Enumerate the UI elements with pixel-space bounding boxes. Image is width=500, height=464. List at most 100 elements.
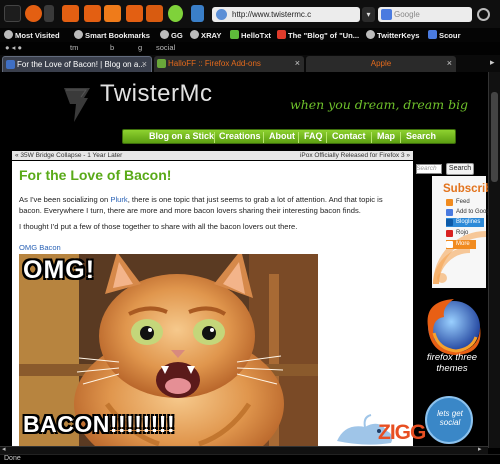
new-tab-icon[interactable] (126, 5, 143, 22)
omg-bacon-link[interactable]: OMG Bacon (19, 243, 61, 252)
globe-icon (216, 9, 227, 20)
twitter-icon (366, 30, 375, 39)
reload-icon[interactable] (62, 5, 79, 22)
nav-creations[interactable]: Creations (219, 131, 261, 141)
close-icon[interactable]: × (295, 56, 300, 71)
blog-icon (277, 30, 286, 39)
nav-contact[interactable]: Contact (332, 131, 366, 141)
bookmark-label: HelloTxt (241, 31, 271, 40)
nav-divider (214, 132, 215, 143)
bookmark-label: XRAY (201, 31, 222, 40)
xray-icon (190, 30, 199, 39)
nav-faq[interactable]: FAQ (304, 131, 323, 141)
tab-label: Apple (370, 59, 392, 68)
plus-icon (446, 241, 453, 248)
bookmark-icon[interactable] (146, 5, 163, 22)
rojo-icon (446, 230, 453, 237)
nav-search[interactable]: Search (406, 131, 436, 141)
bookmark-smart-bookmarks[interactable]: Smart Bookmarks (74, 30, 150, 40)
close-icon[interactable]: × (447, 56, 452, 71)
bookmark-label: The "Blog" of "Un... (288, 31, 360, 40)
post-title[interactable]: For the Love of Bacon! (19, 167, 171, 183)
puzzle-icon (157, 59, 166, 68)
horizontal-scrollbar[interactable]: ◂ ▸ (0, 446, 488, 454)
site-title[interactable]: TwisterMc (100, 80, 213, 108)
bookmark-blog[interactable]: The "Blog" of "Un... (277, 30, 359, 40)
status-bar: Done (0, 454, 500, 464)
gg-icon[interactable] (168, 5, 183, 22)
search-input[interactable]: Google (378, 7, 472, 22)
zigg-logo: ZIGG (378, 421, 426, 444)
bookmark-hellotxt[interactable]: HelloTxt (230, 30, 271, 40)
subscribe-label: More (456, 241, 470, 247)
tab-list-icon[interactable]: ▸ (490, 57, 495, 68)
nav-divider (400, 132, 401, 143)
paragraph-text: As I've been socializing on (19, 195, 111, 204)
firefox-caption-line: themes (436, 363, 468, 374)
site-tagline: when you dream, dream big (290, 97, 469, 112)
nav-divider (263, 132, 264, 143)
subscribe-bloglines-link[interactable]: Bloglines (446, 218, 484, 227)
bookmark-most-visited[interactable]: Most Visited (4, 30, 60, 40)
subscribe-label: Feed (456, 199, 470, 205)
extension-icon[interactable] (191, 5, 204, 22)
bookmarks-toolbar: Most Visited Smart Bookmarks GG XRAY Hel… (0, 28, 500, 42)
google-add-icon (446, 209, 453, 216)
address-bar[interactable]: http://www.twistermc.c (212, 7, 360, 22)
scroll-right-icon[interactable]: ▸ (478, 445, 482, 453)
go-button[interactable]: ▾ (362, 7, 375, 22)
next-post-link[interactable]: iPox Officially Released for Firefox 3 » (300, 151, 410, 160)
post-navigation: « 35W Bridge Collapse - 1 Year Later iPo… (12, 151, 413, 160)
plurk-link[interactable]: Plurk (110, 195, 127, 204)
second-bar-item[interactable]: social (156, 43, 175, 52)
home-icon[interactable] (104, 5, 121, 22)
nav-blog-on-a-stick[interactable]: Blog on a Stick (149, 131, 214, 141)
bookmark-label: Most Visited (15, 31, 60, 40)
tab-apple[interactable]: Apple × (306, 56, 456, 72)
tab-love-of-bacon[interactable]: For the Love of Bacon! | Blog on a... × (2, 56, 152, 72)
gear-icon (4, 30, 13, 39)
bookmark-twitterkeys[interactable]: TwitterKeys (366, 30, 419, 40)
main-navigation: Blog on a Stick Creations About FAQ Cont… (122, 129, 456, 144)
firefox-icon[interactable] (4, 5, 21, 22)
bookmark-xray[interactable]: XRAY (190, 30, 221, 40)
sidebar-search-label: Search (416, 165, 437, 172)
tab-label: HalloFF :: Firefox Add-ons (168, 59, 261, 68)
subscribe-rojo-link[interactable]: Rojo (446, 229, 468, 238)
firefox-themes-caption[interactable]: firefox three themes (417, 352, 487, 374)
search-icon[interactable] (477, 8, 490, 21)
meme-top-text: OMG! (23, 256, 96, 284)
bookmark-gg[interactable]: GG (160, 30, 183, 40)
social-line: lets get (437, 409, 463, 418)
social-badge-text[interactable]: lets get social (430, 409, 470, 427)
subscribe-label: Bloglines (456, 219, 481, 225)
bookmark-label: Scour (439, 31, 461, 40)
firefox-caption-line: firefox three (426, 352, 478, 363)
second-bar-item[interactable]: tm (70, 43, 78, 52)
previous-post-link[interactable]: « 35W Bridge Collapse - 1 Year Later (15, 151, 122, 160)
subscribe-feed-link[interactable]: Feed (446, 198, 470, 207)
bookmark-label: TwitterKeys (377, 31, 420, 40)
tab-halloff[interactable]: HalloFF :: Firefox Add-ons × (154, 56, 304, 72)
bookmark-label: Smart Bookmarks (85, 31, 150, 40)
bookmark-scour[interactable]: Scour (428, 30, 461, 40)
bloglines-icon (446, 219, 453, 226)
back-icon[interactable] (25, 5, 42, 22)
second-bar-item[interactable]: b (110, 43, 114, 52)
nav-map[interactable]: Map (377, 131, 395, 141)
subscribe-more-link[interactable]: More (446, 240, 476, 249)
nav-about[interactable]: About (269, 131, 295, 141)
close-icon[interactable]: × (142, 57, 147, 72)
forward-icon[interactable] (44, 5, 54, 22)
scroll-left-icon[interactable]: ◂ (2, 445, 6, 453)
gear-icon (74, 30, 83, 39)
scrollbar-thumb[interactable] (491, 92, 498, 182)
nav-divider (326, 132, 327, 143)
misc-icon[interactable]: ● ◂ ● (5, 43, 22, 52)
vertical-scrollbar[interactable] (488, 72, 500, 448)
article: For the Love of Bacon! As I've been soci… (12, 161, 413, 446)
sidebar-search-button[interactable]: Search (446, 163, 474, 175)
tornado-logo-icon (64, 88, 90, 122)
stop-icon[interactable] (84, 5, 101, 22)
second-bar-item[interactable]: g (138, 43, 142, 52)
